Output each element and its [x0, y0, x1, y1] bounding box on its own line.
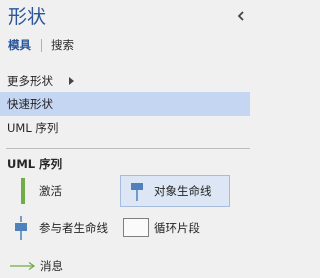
- shape-object-lifeline[interactable]: 对象生命线: [120, 175, 230, 207]
- uml-sequence-label: UML 序列: [7, 121, 59, 135]
- divider: [6, 148, 250, 149]
- section-title: UML 序列: [7, 157, 63, 171]
- actor-lifeline-icon: [15, 216, 27, 240]
- shape-label: 对象生命线: [154, 184, 212, 198]
- shape-label: 参与者生命线: [39, 221, 108, 235]
- object-lifeline-icon: [131, 183, 143, 201]
- shape-label: 循环片段: [154, 221, 200, 235]
- activation-icon: [21, 178, 25, 204]
- loop-fragment-icon: [123, 218, 149, 237]
- chevron-left-icon[interactable]: [236, 10, 246, 22]
- quick-shapes-menu[interactable]: 快速形状: [0, 92, 250, 116]
- uml-sequence-menu[interactable]: UML 序列: [0, 116, 250, 140]
- tab-divider: [41, 38, 42, 52]
- tab-search[interactable]: 搜索: [51, 37, 74, 53]
- quick-shapes-label: 快速形状: [7, 97, 53, 111]
- more-shapes-label: 更多形状: [7, 74, 53, 88]
- shape-label: 消息: [40, 259, 63, 273]
- message-arrow-icon: [10, 261, 36, 271]
- more-shapes-menu[interactable]: 更多形状: [0, 69, 250, 93]
- shape-label: 激活: [39, 184, 62, 198]
- chevron-right-icon: [69, 77, 74, 85]
- panel-title: 形状: [8, 6, 47, 28]
- tab-bar: 模具 搜索: [8, 36, 74, 54]
- tab-stencils[interactable]: 模具: [8, 37, 31, 53]
